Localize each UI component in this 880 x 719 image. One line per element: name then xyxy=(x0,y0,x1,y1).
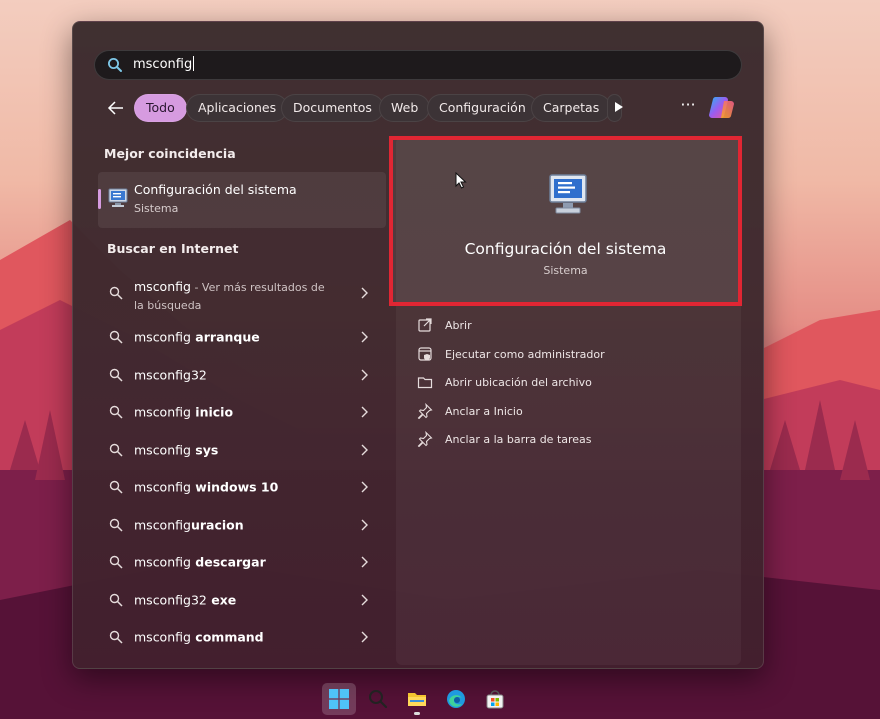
action-label: Abrir ubicación del archivo xyxy=(445,376,592,389)
system-config-app-icon xyxy=(108,188,128,207)
start-search-panel: msconfig Todo Aplicaciones Documentos We… xyxy=(72,21,764,669)
tab-documentos[interactable]: Documentos xyxy=(281,94,384,122)
folder-icon xyxy=(417,377,433,389)
running-indicator xyxy=(414,712,420,715)
search-icon xyxy=(108,58,122,72)
taskbar-file-explorer[interactable] xyxy=(400,683,434,715)
tab-carpetas[interactable]: Carpetas xyxy=(531,94,612,122)
search-icon xyxy=(109,443,123,457)
chevron-right-icon xyxy=(361,556,368,568)
search-icon xyxy=(109,555,123,569)
web-result-item[interactable]: msconfig windows 10 xyxy=(98,469,386,505)
search-icon xyxy=(109,630,123,644)
action-label: Anclar a la barra de tareas xyxy=(445,433,592,446)
web-result-label: msconfig32 xyxy=(134,367,207,383)
search-icon xyxy=(109,286,123,300)
web-result-label: msconfig arranque xyxy=(134,329,260,345)
chevron-right-icon xyxy=(361,519,368,531)
web-result-item[interactable]: msconfig arranque xyxy=(98,319,386,355)
best-match-result[interactable]: Configuración del sistema Sistema xyxy=(98,172,386,228)
scroll-right-icon[interactable] xyxy=(605,94,631,120)
web-result-item[interactable]: msconfig32 xyxy=(98,357,386,393)
pin-icon xyxy=(417,431,433,447)
search-icon xyxy=(109,405,123,419)
mouse-cursor-icon xyxy=(455,172,467,189)
chevron-right-icon xyxy=(361,287,368,299)
taskbar-edge[interactable] xyxy=(439,683,473,715)
file-explorer-icon xyxy=(408,693,426,706)
shield-admin-icon xyxy=(418,347,432,361)
search-icon xyxy=(369,690,388,709)
app-preview-card[interactable]: Configuración del sistema Sistema xyxy=(389,136,742,306)
best-match-title: Configuración del sistema xyxy=(134,182,297,197)
store-icon xyxy=(486,690,504,709)
search-icon xyxy=(109,368,123,382)
search-input[interactable]: msconfig xyxy=(94,50,742,80)
web-result-label: msconfig32 exe xyxy=(134,592,237,608)
chevron-right-icon xyxy=(361,369,368,381)
web-result-item[interactable]: msconfig - Ver más resultados de la búsq… xyxy=(98,274,386,312)
back-arrow-icon[interactable] xyxy=(103,95,129,121)
search-query[interactable]: msconfig xyxy=(133,56,194,72)
filter-bar: Todo Aplicaciones Documentos Web Configu… xyxy=(103,94,743,122)
tab-configuracion[interactable]: Configuración xyxy=(427,94,538,122)
web-result-label: msconfig command xyxy=(134,629,264,645)
action-open[interactable]: Abrir xyxy=(417,315,717,337)
action-open-file-location[interactable]: Abrir ubicación del archivo xyxy=(417,372,717,394)
action-label: Ejecutar como administrador xyxy=(445,348,605,361)
web-result-item[interactable]: msconfig descargar xyxy=(98,544,386,580)
search-icon xyxy=(109,518,123,532)
system-config-app-icon xyxy=(549,174,587,214)
chevron-right-icon xyxy=(361,631,368,643)
web-result-label: msconfig sys xyxy=(134,442,219,458)
pin-icon xyxy=(417,403,433,419)
web-result-item[interactable]: msconfig command xyxy=(98,619,386,655)
web-result-label: msconfig windows 10 xyxy=(134,479,279,495)
web-result-label: msconfig inicio xyxy=(134,404,234,420)
taskbar-store[interactable] xyxy=(478,683,512,715)
selection-indicator xyxy=(98,189,101,209)
taskbar-search-button[interactable] xyxy=(361,683,395,715)
action-label: Abrir xyxy=(445,319,472,332)
chevron-right-icon xyxy=(361,331,368,343)
search-icon xyxy=(109,593,123,607)
chevron-right-icon xyxy=(361,594,368,606)
windows-start-icon xyxy=(329,689,349,709)
chevron-right-icon xyxy=(361,406,368,418)
chevron-right-icon xyxy=(361,481,368,493)
web-search-heading: Buscar en Internet xyxy=(107,241,239,256)
search-icon xyxy=(109,330,123,344)
search-icon xyxy=(109,480,123,494)
web-result-item[interactable]: msconfig sys xyxy=(98,432,386,468)
tab-web[interactable]: Web xyxy=(379,94,431,122)
web-result-item[interactable]: msconfig32 exe xyxy=(98,582,386,618)
action-run-as-admin[interactable]: Ejecutar como administrador xyxy=(417,344,717,366)
action-label: Anclar a Inicio xyxy=(445,405,523,418)
web-result-label: msconfig - Ver más resultados de la búsq… xyxy=(134,279,325,312)
tab-todo[interactable]: Todo xyxy=(134,94,187,122)
action-pin-to-taskbar[interactable]: Anclar a la barra de tareas xyxy=(417,429,717,451)
copilot-icon[interactable] xyxy=(707,93,737,123)
web-result-item[interactable]: msconfiguracion xyxy=(98,507,386,543)
taskbar xyxy=(0,678,880,719)
chevron-right-icon xyxy=(361,444,368,456)
web-result-label: msconfiguracion xyxy=(134,517,244,533)
tab-aplicaciones[interactable]: Aplicaciones xyxy=(186,94,289,122)
action-pin-to-start[interactable]: Anclar a Inicio xyxy=(417,401,717,423)
open-external-icon xyxy=(418,318,432,332)
edge-icon xyxy=(447,690,465,708)
preview-title: Configuración del sistema xyxy=(464,240,667,258)
web-result-item[interactable]: msconfig inicio xyxy=(98,394,386,430)
more-options-icon[interactable]: ··· xyxy=(675,94,701,120)
taskbar-start-button[interactable] xyxy=(322,683,356,715)
preview-subtitle: Sistema xyxy=(543,264,588,277)
best-match-type: Sistema xyxy=(134,202,179,215)
best-match-heading: Mejor coincidencia xyxy=(104,146,236,161)
web-result-label: msconfig descargar xyxy=(134,554,266,570)
